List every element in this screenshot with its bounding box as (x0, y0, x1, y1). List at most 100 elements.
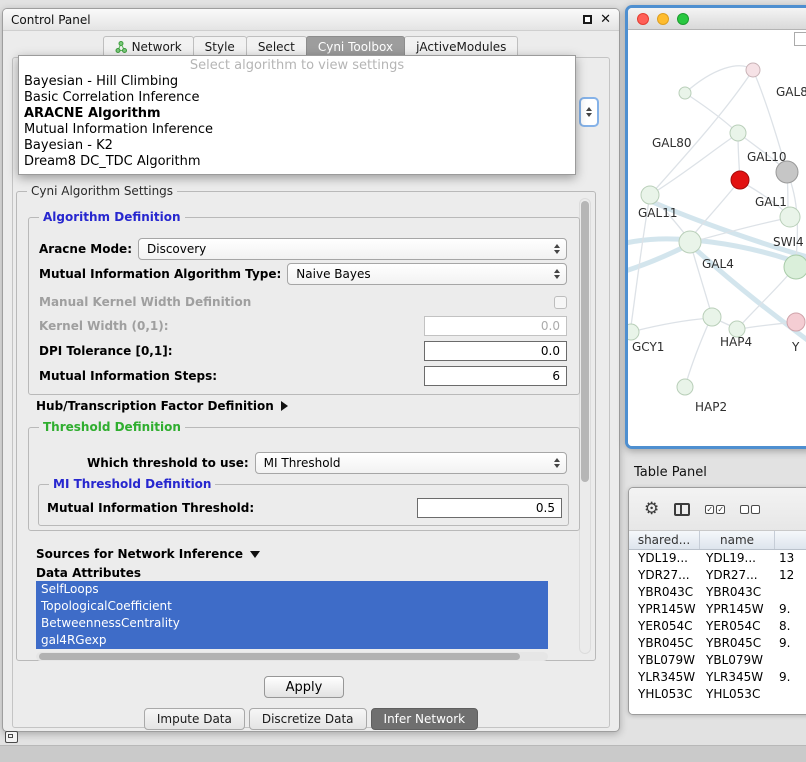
table-row[interactable]: YDR27...YDR27...12 (629, 567, 806, 584)
column-header-shared-name[interactable]: shared... (629, 531, 700, 549)
kernel-width-label: Kernel Width (0,1): (39, 319, 169, 333)
combo-value: Naive Bayes (296, 267, 370, 281)
popup-item-bayesian-hill-climbing[interactable]: Bayesian - Hill Climbing (19, 74, 575, 90)
float-window-icon[interactable] (583, 15, 592, 24)
network-node[interactable] (784, 255, 806, 279)
data-attributes-heading: Data Attributes (36, 566, 141, 580)
columns-icon[interactable] (674, 503, 690, 516)
spinner-down-icon (586, 113, 592, 117)
tab-impute-data[interactable]: Impute Data (144, 708, 245, 730)
dpi-tolerance-row: DPI Tolerance [0,1]: 0.0 (39, 340, 567, 362)
scrollbar-thumb[interactable] (39, 653, 520, 660)
dpi-tolerance-field[interactable]: 0.0 (424, 341, 567, 361)
aracne-mode-row: Aracne Mode: Discovery (39, 238, 567, 260)
manual-kernel-checkbox[interactable] (554, 296, 567, 309)
table-row[interactable]: YBR043CYBR043C (629, 584, 806, 601)
network-node-gal1[interactable] (780, 207, 800, 227)
mi-threshold-row: Mutual Information Threshold: 0.5 (47, 497, 562, 519)
deselect-all-icon[interactable] (740, 505, 760, 514)
table-row[interactable]: YBL079WYBL079W (629, 652, 806, 669)
restore-panel-icon[interactable] (5, 731, 18, 743)
list-item-gal4rgexp[interactable]: gal4RGexp (36, 632, 548, 649)
network-node[interactable] (679, 87, 691, 99)
mi-steps-field[interactable]: 6 (424, 366, 567, 386)
table-panel-title: Table Panel (634, 465, 707, 480)
network-node-hap4[interactable] (703, 308, 721, 326)
tab-label: Network (132, 40, 182, 54)
which-threshold-select[interactable]: MI Threshold (255, 452, 567, 474)
combo-value: Discovery (147, 242, 206, 256)
gear-icon[interactable]: ⚙ (644, 501, 659, 518)
sources-label: Sources for Network Inference (36, 547, 243, 561)
manual-kernel-row: Manual Kernel Width Definition (39, 291, 567, 313)
node-label: GAL11 (638, 206, 677, 220)
spinner-up-icon (586, 107, 592, 111)
network-node[interactable] (787, 313, 805, 331)
tab-label: Cyni Toolbox (318, 40, 393, 54)
which-threshold-label: Which threshold to use: (87, 456, 249, 470)
select-all-icon[interactable]: ✓ ✓ (705, 505, 725, 514)
kernel-width-field[interactable]: 0.0 (424, 316, 567, 336)
network-node-gal11[interactable] (641, 186, 659, 204)
column-header-name[interactable]: name (700, 531, 775, 549)
settings-scrollbar[interactable] (579, 198, 591, 654)
network-node-selected-red[interactable] (731, 171, 749, 189)
popup-item-bayesian-k2[interactable]: Bayesian - K2 (19, 138, 575, 154)
table-row[interactable]: YER054CYER054C8. (629, 618, 806, 635)
table-row[interactable]: YLR345WYLR345W9. (629, 669, 806, 686)
popup-item-mutual-information[interactable]: Mutual Information Inference (19, 122, 575, 138)
network-graph: GAL8 GAL80 GAL10 GAL11 GAL1 SWI4 GAL4 GC… (628, 30, 806, 448)
table-toolbar: ⚙ ✓ ✓ (629, 488, 806, 531)
control-panel-titlebar[interactable]: Control Panel ✕ (3, 9, 619, 31)
tab-label: jActiveModules (416, 40, 506, 54)
list-item-selfloops[interactable]: SelfLoops (36, 581, 548, 598)
table-row[interactable]: YPR145WYPR145W9. (629, 601, 806, 618)
node-label: HAP2 (695, 400, 727, 414)
list-item-topologicalcoefficient[interactable]: TopologicalCoefficient (36, 598, 548, 615)
algorithm-combobox-spinner[interactable] (579, 97, 599, 127)
network-canvas[interactable]: GAL8 GAL80 GAL10 GAL11 GAL1 SWI4 GAL4 GC… (628, 30, 806, 448)
combo-arrows-icon (554, 458, 560, 468)
data-attributes-label: Data Attributes (36, 566, 141, 580)
control-panel-window: Control Panel ✕ Network Style Select Cyn… (2, 8, 620, 732)
titlebar-icons: ✕ (583, 13, 611, 26)
network-node-gal4[interactable] (679, 231, 701, 253)
aracne-mode-select[interactable]: Discovery (138, 238, 567, 260)
node-label: GAL8 (776, 85, 806, 99)
scrollbar-button[interactable] (794, 32, 806, 46)
table-row[interactable]: YDL19...YDL19...13 (629, 550, 806, 567)
table-row[interactable]: YBR045CYBR045C9. (629, 635, 806, 652)
mi-type-select[interactable]: Naive Bayes (287, 263, 567, 285)
network-view-window: GAL8 GAL80 GAL10 GAL11 GAL1 SWI4 GAL4 GC… (625, 5, 806, 449)
popup-item-dream8[interactable]: Dream8 DC_TDC Algorithm (19, 154, 575, 170)
table-row[interactable]: YHL053CYHL053C (629, 686, 806, 703)
hub-definition-expander[interactable]: Hub/Transcription Factor Definition (36, 399, 288, 413)
zoom-traffic-light-icon[interactable] (677, 13, 689, 25)
tab-infer-network[interactable]: Infer Network (371, 708, 479, 730)
table-header: shared... name (629, 531, 806, 550)
popup-item-aracne[interactable]: ARACNE Algorithm (19, 106, 575, 122)
tab-discretize-data[interactable]: Discretize Data (249, 708, 367, 730)
list-item-betweennesscentrality[interactable]: BetweennessCentrality (36, 615, 548, 632)
attributes-horizontal-scrollbar[interactable] (36, 652, 548, 661)
scrollbar-thumb[interactable] (581, 201, 589, 482)
network-window-titlebar[interactable] (628, 8, 806, 30)
table-panel-window: ⚙ ✓ ✓ shared... name YDL19...YDL19...13 … (628, 487, 806, 715)
dpi-tolerance-label: DPI Tolerance [0,1]: (39, 344, 173, 358)
close-icon[interactable]: ✕ (600, 13, 611, 26)
column-header[interactable] (775, 531, 806, 549)
close-traffic-light-icon[interactable] (637, 13, 649, 25)
network-node-hap2[interactable] (677, 379, 693, 395)
combo-arrows-icon (554, 244, 560, 254)
network-node[interactable] (730, 125, 746, 141)
apply-button[interactable]: Apply (264, 676, 344, 698)
network-node-gcy1[interactable] (628, 324, 639, 340)
algorithm-placeholder: Select algorithm to view settings (19, 58, 575, 74)
sources-expander[interactable]: Sources for Network Inference (36, 547, 260, 561)
network-icon (115, 41, 127, 53)
network-node-gal10[interactable] (776, 161, 798, 183)
mi-threshold-field[interactable]: 0.5 (417, 498, 562, 518)
network-node[interactable] (746, 63, 760, 77)
minimize-traffic-light-icon[interactable] (657, 13, 669, 25)
popup-item-basic-correlation[interactable]: Basic Correlation Inference (19, 90, 575, 106)
